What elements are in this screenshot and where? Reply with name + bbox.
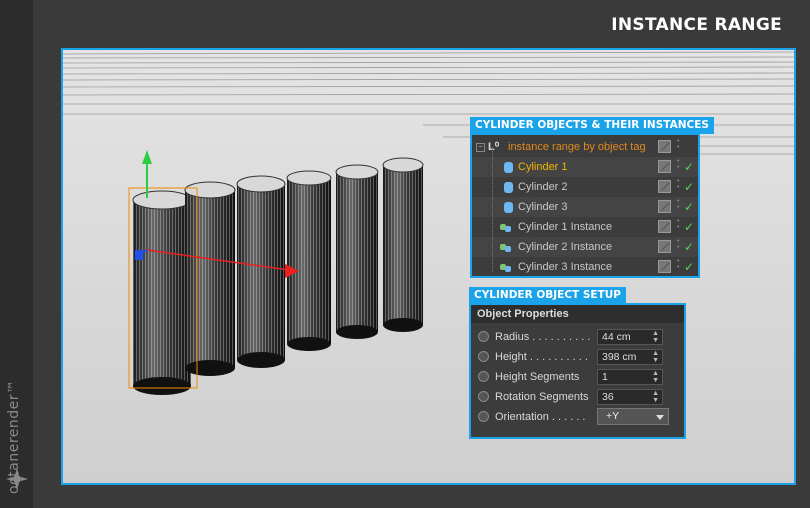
property-label: Rotation Segments xyxy=(495,391,589,403)
animate-radio[interactable] xyxy=(478,331,489,342)
enabled-check-icon[interactable]: ✓ xyxy=(684,177,694,197)
visibility-toggle[interactable] xyxy=(658,180,671,193)
visibility-toggle[interactable] xyxy=(658,140,671,153)
instance-icon xyxy=(500,244,511,252)
object-row-cylinder-3-instance[interactable]: Cylinder 3 Instance • • ✓ xyxy=(472,257,698,277)
stepper-icon[interactable]: ▲ ▼ xyxy=(652,330,659,344)
render-dots[interactable]: • • xyxy=(677,218,683,231)
render-dots[interactable]: • • xyxy=(677,198,683,211)
property-label: Height . . . . . . . . . . xyxy=(495,351,588,363)
height-segments-input[interactable]: 1 ▲ ▼ xyxy=(597,369,663,385)
object-row-cylinder-1-instance[interactable]: Cylinder 1 Instance • • ✓ xyxy=(472,217,698,237)
render-dots[interactable]: • • xyxy=(677,258,683,271)
object-setup-panel: Object Properties Radius . . . . . . . .… xyxy=(469,303,686,439)
objects-panel: − L⁰ instance range by object tag • • Cyl… xyxy=(470,133,700,278)
animate-radio[interactable] xyxy=(478,371,489,382)
orientation-select[interactable]: +Y xyxy=(597,408,669,425)
object-root-row[interactable]: − L⁰ instance range by object tag • • xyxy=(472,137,698,157)
field-value: 1 xyxy=(602,371,608,383)
object-row-cylinder-2[interactable]: Cylinder 2 • • ✓ xyxy=(472,177,698,197)
select-value: +Y xyxy=(606,410,620,422)
instance-icon xyxy=(500,264,511,272)
cylinder-icon xyxy=(504,162,513,173)
instance-icon xyxy=(500,224,511,232)
property-label: Radius . . . . . . . . . . xyxy=(495,331,591,343)
property-orientation: Orientation . . . . . . +Y xyxy=(471,407,684,427)
animate-radio[interactable] xyxy=(478,391,489,402)
object-label: Cylinder 2 xyxy=(518,181,568,193)
stepper-icon[interactable]: ▲ ▼ xyxy=(652,350,659,364)
object-label: Cylinder 3 xyxy=(518,201,568,213)
field-value: 44 cm xyxy=(602,331,631,343)
property-height: Height . . . . . . . . . . 398 cm ▲ ▼ xyxy=(471,347,684,367)
tree-connector xyxy=(492,147,494,272)
rotation-segments-input[interactable]: 36 ▲ ▼ xyxy=(597,389,663,405)
section-title: Object Properties xyxy=(471,305,684,323)
collapse-icon[interactable]: − xyxy=(476,143,485,152)
visibility-toggle[interactable] xyxy=(658,200,671,213)
cylinder-icon xyxy=(504,182,513,193)
property-rotation-segments: Rotation Segments 36 ▲ ▼ xyxy=(471,387,684,407)
enabled-check-icon[interactable]: ✓ xyxy=(684,197,694,217)
property-label: Orientation . . . . . . xyxy=(495,411,586,423)
object-label: Cylinder 3 Instance xyxy=(518,261,613,273)
setup-panel-heading: CYLINDER OBJECT SETUP xyxy=(469,287,626,304)
visibility-toggle[interactable] xyxy=(658,260,671,273)
object-label: Cylinder 1 Instance xyxy=(518,221,613,233)
object-row-cylinder-2-instance[interactable]: Cylinder 2 Instance • • ✓ xyxy=(472,237,698,257)
stepper-icon[interactable]: ▲ ▼ xyxy=(652,370,659,384)
property-label: Height Segments xyxy=(495,371,580,383)
render-dots[interactable]: • • xyxy=(677,138,683,151)
visibility-toggle[interactable] xyxy=(658,240,671,253)
object-row-cylinder-3[interactable]: Cylinder 3 • • ✓ xyxy=(472,197,698,217)
property-height-segments: Height Segments 1 ▲ ▼ xyxy=(471,367,684,387)
chevron-down-icon xyxy=(656,415,664,420)
render-dots[interactable]: • • xyxy=(677,238,683,251)
stepper-icon[interactable]: ▲ ▼ xyxy=(652,390,659,404)
object-root-label: instance range by object tag xyxy=(508,141,646,153)
enabled-check-icon[interactable]: ✓ xyxy=(684,257,694,277)
enabled-check-icon[interactable]: ✓ xyxy=(684,217,694,237)
animate-radio[interactable] xyxy=(478,411,489,422)
animate-radio[interactable] xyxy=(478,351,489,362)
visibility-toggle[interactable] xyxy=(658,160,671,173)
visibility-toggle[interactable] xyxy=(658,220,671,233)
enabled-check-icon[interactable]: ✓ xyxy=(684,157,694,177)
render-dots[interactable]: • • xyxy=(677,178,683,191)
page-title: INSTANCE RANGE xyxy=(611,15,782,35)
radius-input[interactable]: 44 cm ▲ ▼ xyxy=(597,329,663,345)
property-radius: Radius . . . . . . . . . . 44 cm ▲ ▼ xyxy=(471,327,684,347)
field-value: 36 xyxy=(602,391,614,403)
field-value: 398 cm xyxy=(602,351,637,363)
objects-panel-heading: CYLINDER OBJECTS & THEIR INSTANCES xyxy=(470,117,714,134)
octane-logo-icon xyxy=(6,468,28,490)
object-label: Cylinder 2 Instance xyxy=(518,241,613,253)
height-input[interactable]: 398 cm ▲ ▼ xyxy=(597,349,663,365)
render-dots[interactable]: • • xyxy=(677,158,683,171)
enabled-check-icon[interactable]: ✓ xyxy=(684,237,694,257)
object-label: Cylinder 1 xyxy=(518,161,568,173)
cylinder-icon xyxy=(504,202,513,213)
object-row-cylinder-1[interactable]: Cylinder 1 • • ✓ xyxy=(472,157,698,177)
